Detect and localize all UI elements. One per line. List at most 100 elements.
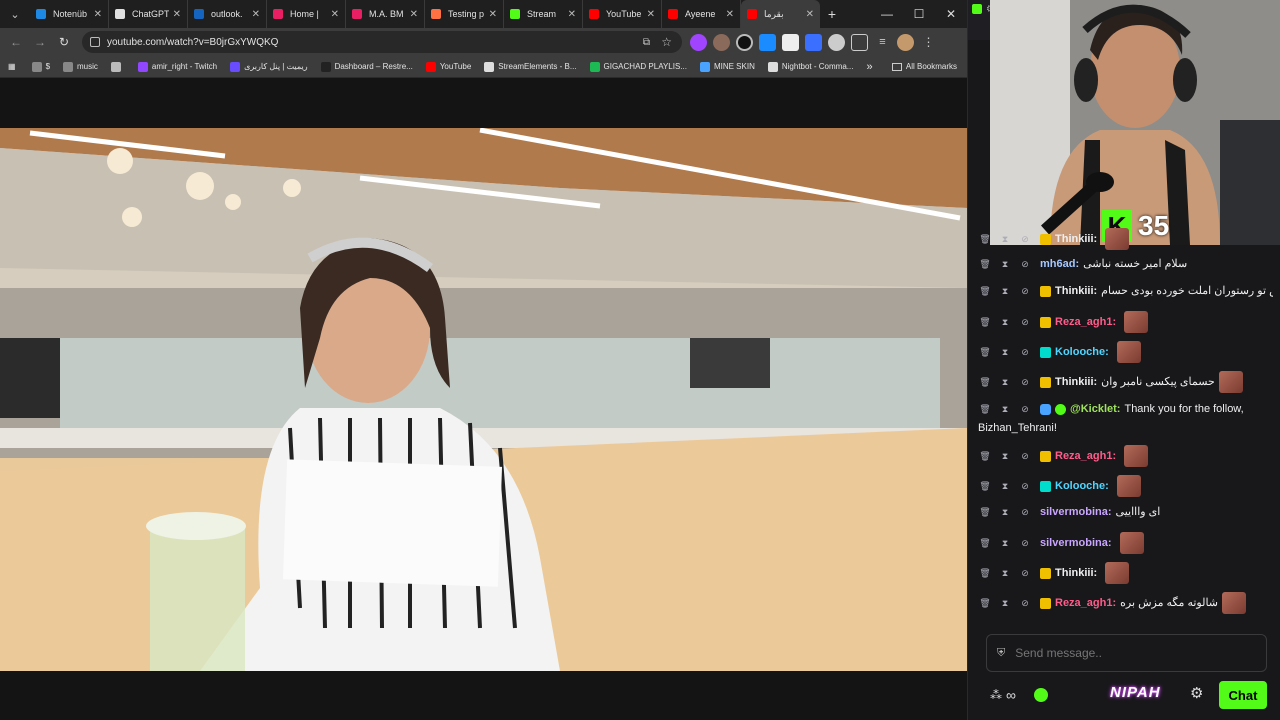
hourglass-icon[interactable]: ⧗: [1000, 451, 1010, 461]
cast-icon[interactable]: ⧉: [643, 37, 650, 48]
browser-tab[interactable]: ChatGPT ✕: [109, 0, 188, 28]
forward-icon[interactable]: →: [28, 35, 52, 49]
browser-tab[interactable]: بقرما ✕: [741, 0, 820, 28]
browser-tab[interactable]: Testing p ✕: [425, 0, 504, 28]
trash-icon[interactable]: 🗑: [979, 404, 990, 415]
browser-tab[interactable]: Home | ✕: [267, 0, 346, 28]
hourglass-icon[interactable]: ⧗: [1000, 404, 1010, 415]
chat-username[interactable]: Thinkiii:: [1055, 373, 1097, 392]
trash-icon[interactable]: 🗑: [979, 507, 990, 518]
hourglass-icon[interactable]: ⧗: [1000, 481, 1010, 491]
bookmark-item[interactable]: amir_right - Twitch: [137, 61, 217, 72]
emote-dots-icon[interactable]: ⁂: [990, 688, 1002, 702]
hourglass-icon[interactable]: ⧗: [1000, 598, 1010, 608]
hourglass-icon[interactable]: ⧗: [1000, 234, 1010, 244]
ban-icon[interactable]: ⊘: [1020, 404, 1030, 415]
browser-tab[interactable]: Notenüb ✕: [30, 0, 109, 28]
browser-menu-icon[interactable]: ⋮: [920, 34, 937, 51]
hourglass-icon[interactable]: ⧗: [1000, 568, 1010, 578]
chat-username[interactable]: Thinkiii:: [1055, 230, 1097, 249]
hourglass-icon[interactable]: ⧗: [1000, 317, 1010, 327]
tab-close-icon[interactable]: ✕: [806, 9, 814, 20]
browser-tab[interactable]: YouTube ✕: [583, 0, 662, 28]
browser-tab[interactable]: outlook. ✕: [188, 0, 267, 28]
trash-icon[interactable]: 🗑: [979, 347, 990, 357]
chat-username[interactable]: Thinkiii:: [1055, 282, 1097, 301]
site-info-icon[interactable]: [90, 37, 100, 47]
chat-username[interactable]: @Kicklet:: [1070, 400, 1120, 419]
back-icon[interactable]: ←: [4, 35, 28, 49]
ban-icon[interactable]: ⊘: [1020, 234, 1030, 244]
bookmarks-more-icon[interactable]: »: [866, 61, 872, 73]
trash-icon[interactable]: 🗑: [979, 234, 990, 244]
bookmark-item[interactable]: $: [31, 61, 50, 72]
chat-username[interactable]: Reza_agh1:: [1055, 447, 1116, 466]
ban-icon[interactable]: ⊘: [1020, 317, 1030, 327]
chat-settings-gear-icon[interactable]: ⚙: [1190, 684, 1203, 702]
tab-close-icon[interactable]: ✕: [331, 9, 339, 20]
trash-icon[interactable]: 🗑: [979, 568, 990, 578]
trash-icon[interactable]: 🗑: [979, 538, 990, 548]
tab-close-icon[interactable]: ✕: [568, 9, 576, 20]
youtube-player[interactable]: [0, 78, 967, 720]
chat-username[interactable]: Kolooche:: [1055, 477, 1109, 496]
tab-close-icon[interactable]: ✕: [726, 9, 734, 20]
bookmark-item[interactable]: YouTube: [425, 61, 471, 72]
chat-username[interactable]: Reza_agh1:: [1055, 313, 1116, 332]
close-window-icon[interactable]: ✕: [935, 7, 967, 21]
maximize-icon[interactable]: ☐: [903, 7, 935, 21]
bookmark-item[interactable]: [110, 61, 125, 72]
new-tab-button[interactable]: +: [820, 6, 844, 22]
browser-tab[interactable]: M.A. BM ✕: [346, 0, 425, 28]
bookmark-item[interactable]: MINE SKIN: [699, 61, 755, 72]
hourglass-icon[interactable]: ⧗: [1000, 259, 1010, 270]
tab-close-icon[interactable]: ✕: [94, 9, 102, 20]
trash-icon[interactable]: 🗑: [979, 451, 990, 461]
chat-username[interactable]: Kolooche:: [1055, 343, 1109, 362]
extensions-puzzle-icon[interactable]: [851, 33, 868, 51]
trash-icon[interactable]: 🗑: [979, 286, 990, 297]
reload-icon[interactable]: ↻: [52, 35, 76, 49]
ban-icon[interactable]: ⊘: [1020, 286, 1030, 297]
tab-close-icon[interactable]: ✕: [252, 9, 260, 20]
browser-tab[interactable]: Ayeene ✕: [662, 0, 741, 28]
bookmark-star-icon[interactable]: ☆: [661, 35, 672, 49]
diamond-extension-icon[interactable]: [782, 33, 799, 51]
trash-icon[interactable]: 🗑: [979, 259, 990, 270]
hourglass-icon[interactable]: ⧗: [1000, 507, 1010, 518]
address-bar[interactable]: ⧉ ☆: [82, 31, 682, 53]
tab-search-icon[interactable]: ⌄: [0, 0, 30, 28]
bookmark-item[interactable]: GIGACHAD PLAYLIS...: [589, 61, 687, 72]
chat-send-button[interactable]: Chat: [1219, 681, 1267, 709]
bookmark-item[interactable]: ریمیت | پنل کاربری: [230, 61, 308, 72]
chat-message-input[interactable]: [1015, 646, 1246, 660]
ban-icon[interactable]: ⊘: [1020, 481, 1030, 491]
ban-icon[interactable]: ⊘: [1020, 377, 1030, 387]
infinity-icon[interactable]: ∞: [1006, 687, 1016, 703]
ban-icon[interactable]: ⊘: [1020, 507, 1030, 518]
hourglass-icon[interactable]: ⧗: [1000, 377, 1010, 387]
twitch-extension-icon[interactable]: [690, 33, 707, 51]
chat-extension-icon[interactable]: [828, 33, 845, 51]
bookmark-item[interactable]: StreamElements - B...: [484, 61, 577, 72]
kick-emote-icon[interactable]: [1033, 688, 1048, 702]
url-input[interactable]: [107, 36, 627, 48]
hourglass-icon[interactable]: ⧗: [1000, 347, 1010, 357]
chat-input-box[interactable]: ⛨: [986, 634, 1267, 672]
bookmark-item[interactable]: music: [63, 61, 98, 72]
chat-username[interactable]: Thinkiii:: [1055, 564, 1097, 583]
ban-icon[interactable]: ⊘: [1020, 451, 1030, 461]
trash-icon[interactable]: 🗑: [979, 598, 990, 608]
hourglass-icon[interactable]: ⧗: [1000, 286, 1010, 297]
shield-extension-icon[interactable]: [805, 33, 822, 51]
chat-username[interactable]: silvermobina:: [1040, 534, 1112, 553]
all-bookmarks-button[interactable]: All Bookmarks: [891, 62, 957, 71]
ban-icon[interactable]: ⊘: [1020, 538, 1030, 548]
chat-username[interactable]: silvermobina:: [1040, 503, 1112, 522]
tab-close-icon[interactable]: ✕: [489, 9, 497, 20]
minimize-icon[interactable]: —: [871, 7, 903, 21]
tab-close-icon[interactable]: ✕: [173, 9, 181, 20]
reading-list-icon[interactable]: ≡: [874, 34, 891, 51]
chat-username[interactable]: Reza_agh1:: [1055, 594, 1116, 613]
hourglass-icon[interactable]: ⧗: [1000, 538, 1010, 548]
